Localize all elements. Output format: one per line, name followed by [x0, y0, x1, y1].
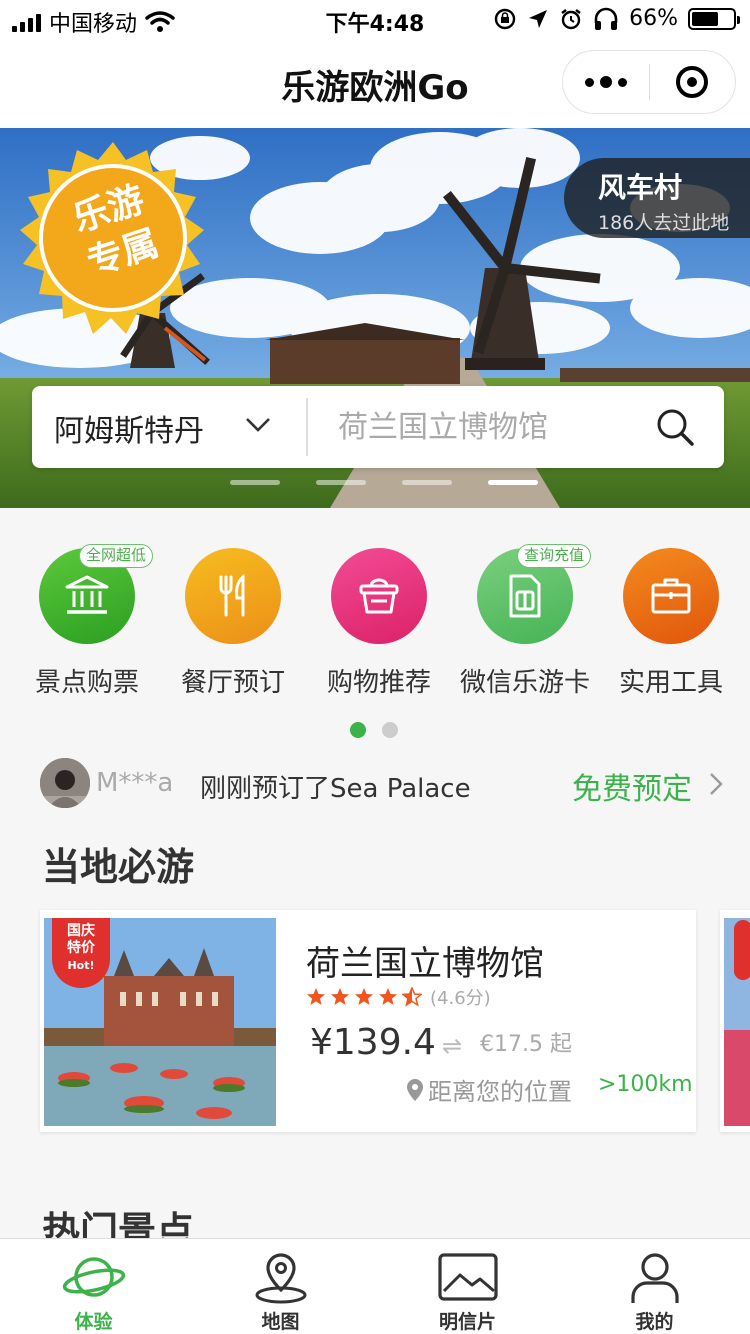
- planet-icon: [62, 1257, 125, 1297]
- battery-icon: [688, 7, 740, 30]
- category-label: 购物推荐: [326, 668, 431, 698]
- category-shopping[interactable]: 购物推荐: [306, 548, 452, 699]
- fork-knife-icon: [219, 574, 245, 617]
- toolbox-icon: [651, 578, 691, 614]
- price-cny: ¥139.4: [310, 1022, 436, 1063]
- category-page-dot-active[interactable]: [350, 722, 366, 738]
- star-icon: [331, 988, 349, 1005]
- headphones-icon: [594, 7, 618, 30]
- location-arrow-icon: [529, 9, 548, 28]
- booking-ticker[interactable]: M***a 刚刚预订了Sea Palace 免费预定: [40, 756, 730, 812]
- tab-experience[interactable]: 体验: [0, 1239, 187, 1334]
- city-selector[interactable]: 阿姆斯特丹: [54, 406, 204, 450]
- place-name: 风车村: [598, 171, 683, 204]
- exchange-icon: ⇌: [442, 1032, 463, 1060]
- category-grid: 全网超低 景点购票 餐厅预订 购物推荐 查询充值 微信乐游卡 实用工具: [0, 544, 750, 699]
- tab-label: 地图: [261, 1311, 300, 1333]
- distance-label: 距离您的位置: [406, 1072, 572, 1107]
- star-icon: [307, 988, 325, 1005]
- category-icon-bg: [623, 548, 719, 644]
- banner-pagination: [230, 480, 538, 485]
- search-input[interactable]: [338, 402, 638, 452]
- tab-label: 体验: [74, 1311, 113, 1333]
- location-pin-icon: [407, 1078, 423, 1101]
- banner-dot[interactable]: [316, 480, 366, 485]
- banner-dot[interactable]: [402, 480, 452, 485]
- search-bar: 阿姆斯特丹: [32, 386, 724, 468]
- exclusive-badge: 乐游 专属: [8, 138, 218, 348]
- tab-me[interactable]: 我的: [561, 1239, 748, 1334]
- promo-hot: Hot!: [67, 959, 95, 972]
- star-icon: [379, 988, 397, 1005]
- distance-label-text: 距离您的位置: [428, 1078, 572, 1106]
- avatar: [40, 758, 90, 808]
- alarm-icon: [561, 8, 581, 29]
- hero-banner[interactable]: 乐游 专属 风车村 186人去过此地 阿姆斯特丹: [0, 128, 750, 508]
- category-label: 餐厅预订: [180, 668, 285, 698]
- category-icon-bg: 查询充值: [477, 544, 592, 644]
- free-booking-link[interactable]: 免费预定: [572, 764, 692, 808]
- banner-dot-active[interactable]: [488, 480, 538, 485]
- promo-badge: 国庆 特价 Hot!: [52, 918, 110, 988]
- attraction-name: 荷兰国立博物馆: [306, 944, 544, 984]
- promo-line-2: 特价: [67, 940, 95, 956]
- basket-icon: [359, 578, 399, 614]
- map-pin-icon: [255, 1253, 306, 1304]
- person-icon: [630, 1253, 679, 1303]
- category-icon-bg: [185, 548, 281, 644]
- tab-postcard[interactable]: 明信片: [374, 1239, 561, 1334]
- rating-stars: (4.6分): [306, 984, 491, 1010]
- search-icon[interactable]: [654, 406, 696, 448]
- category-restaurant[interactable]: 餐厅预订: [160, 548, 306, 699]
- category-tag: 全网超低: [79, 544, 154, 568]
- category-label: 景点购票: [34, 668, 139, 698]
- category-label: 微信乐游卡: [459, 668, 590, 698]
- distance-value: >100km: [598, 1072, 693, 1097]
- place-tag[interactable]: 风车村 186人去过此地: [564, 158, 750, 238]
- chevron-down-icon[interactable]: [244, 410, 272, 438]
- close-mini-program-button[interactable]: [650, 50, 736, 114]
- promo-line-1: 国庆: [67, 923, 95, 939]
- target-icon: [676, 66, 709, 98]
- category-tickets[interactable]: 全网超低 景点购票: [14, 544, 160, 699]
- chevron-right-icon[interactable]: [708, 772, 724, 796]
- ticker-message: 刚刚预订了Sea Palace: [200, 774, 471, 804]
- tab-map[interactable]: 地图: [187, 1239, 374, 1334]
- star-icon: [355, 988, 373, 1005]
- next-attraction-card[interactable]: [720, 910, 750, 1132]
- attraction-photo: 国庆 特价 Hot!: [44, 918, 276, 1126]
- category-tag: 查询充值: [517, 544, 592, 568]
- sim-card-icon: [509, 574, 541, 618]
- section-title-must-visit: 当地必游: [42, 845, 195, 889]
- navigation-bar: 乐游欧洲Go: [0, 40, 750, 128]
- tab-bar: 体验 地图 明信片 我的: [0, 1238, 750, 1334]
- museum-icon: [65, 575, 109, 614]
- category-tools[interactable]: 实用工具: [598, 548, 744, 699]
- more-menu-button[interactable]: [563, 50, 649, 114]
- mini-program-capsule: [562, 50, 736, 114]
- category-page-dot[interactable]: [382, 722, 398, 738]
- postcard-icon: [437, 1253, 498, 1301]
- battery-percent: 66%: [629, 6, 678, 31]
- banner-dot[interactable]: [230, 480, 280, 485]
- status-bar: 中国移动 下午4:48 66%: [0, 0, 750, 40]
- category-sim-card[interactable]: 查询充值 微信乐游卡: [452, 544, 598, 699]
- place-visits: 186人去过此地: [598, 212, 730, 234]
- app-page: 中国移动 下午4:48 66% 乐游欧洲Go 乐游 专属 风车村 186人去过此…: [0, 0, 750, 1334]
- tab-label: 明信片: [438, 1311, 496, 1333]
- tab-label: 我的: [635, 1311, 674, 1333]
- search-divider: [306, 398, 308, 456]
- ticker-user: M***a: [96, 768, 174, 798]
- half-star-icon: [402, 987, 422, 1007]
- price-eur: €17.5 起: [480, 1032, 572, 1057]
- rating-score: (4.6分): [430, 988, 491, 1009]
- attraction-card[interactable]: 国庆 特价 Hot! 荷兰国立博物馆 (4.6分) ¥139.4 ⇌ €17.5…: [40, 910, 696, 1132]
- category-icon-bg: [331, 548, 427, 644]
- category-icon-bg: 全网超低: [39, 544, 154, 644]
- category-pagination: [350, 722, 398, 738]
- category-label: 实用工具: [618, 668, 723, 698]
- rotation-lock-icon: [494, 8, 516, 29]
